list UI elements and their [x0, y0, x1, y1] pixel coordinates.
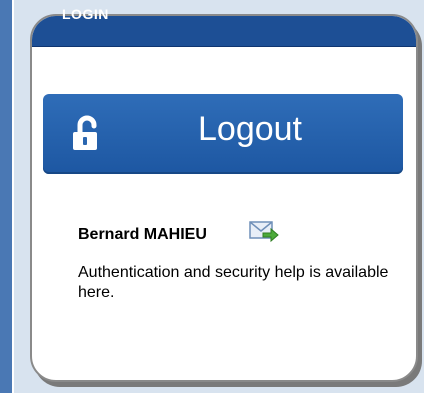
help-link[interactable]: here: [78, 284, 110, 301]
help-text: Authentication and security help is avai…: [78, 263, 398, 303]
help-text-end: .: [110, 284, 115, 301]
left-sidebar-separator: [12, 0, 14, 393]
logout-button[interactable]: Logout: [43, 94, 403, 174]
logout-button-label: Logout: [198, 110, 302, 148]
user-name: Bernard MAHIEU: [78, 226, 207, 243]
login-panel-title: LOGIN: [62, 6, 109, 22]
left-sidebar-rail: [0, 0, 12, 393]
send-email-icon[interactable]: [249, 219, 279, 245]
login-panel: [30, 14, 418, 382]
unlocked-padlock-icon: [73, 115, 97, 150]
help-text-start: Authentication and security help is avai…: [78, 264, 389, 281]
